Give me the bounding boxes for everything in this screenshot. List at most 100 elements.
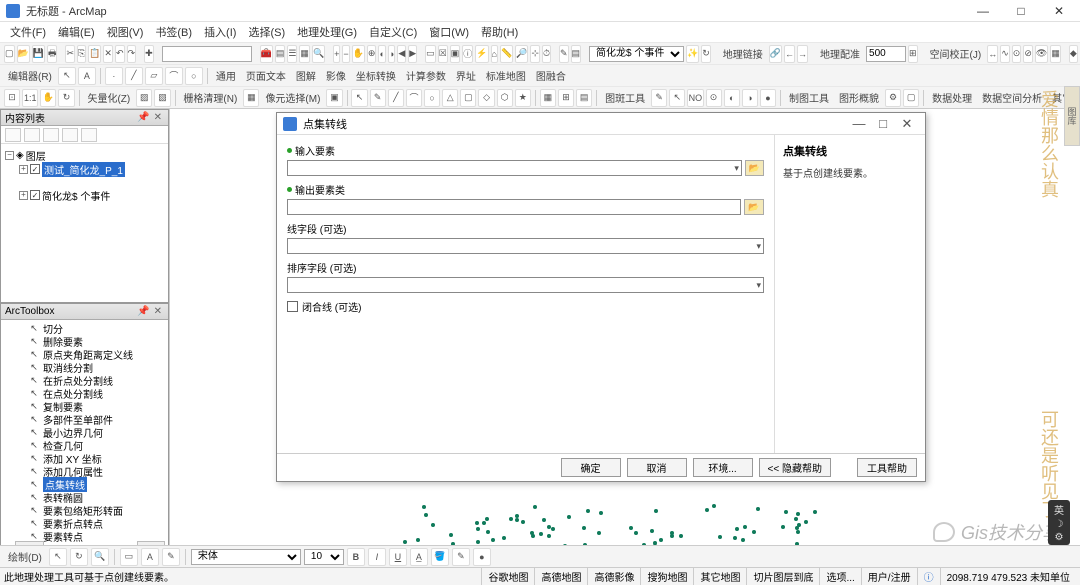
sketch-h-icon[interactable]: ◇ xyxy=(478,89,494,107)
status-user[interactable]: 用户/注册 xyxy=(861,568,917,585)
menu-select[interactable]: 选择(S) xyxy=(242,22,291,42)
editor-menu[interactable]: 编辑器(R) xyxy=(4,68,56,83)
sketch-line-icon[interactable]: ╱ xyxy=(125,67,143,85)
tree-layer2[interactable]: + ✓ 简化龙$ 个事件 xyxy=(5,188,164,202)
arctoolbox-item[interactable]: ↖最小边界几何 xyxy=(1,426,168,439)
text-icon[interactable]: A xyxy=(141,548,159,566)
right-dock-tab[interactable]: 图库 xyxy=(1064,86,1080,146)
layer-refresh-icon[interactable]: ↻ xyxy=(701,45,711,63)
expand-icon[interactable]: + xyxy=(19,165,28,174)
prev-extent-icon[interactable]: ◀ xyxy=(397,45,406,63)
misc-icon[interactable]: ◆ xyxy=(1069,45,1078,63)
annot-label[interactable]: 图解 xyxy=(292,68,320,83)
basemap-label[interactable]: 标准地图 xyxy=(482,68,530,83)
status-gaode-img[interactable]: 高德影像 xyxy=(587,568,640,585)
fixed-zoom-out-icon[interactable]: ◑ xyxy=(388,45,395,63)
scale-combo[interactable] xyxy=(162,46,252,62)
create-feature-icon[interactable]: ✎ xyxy=(559,45,569,63)
sketch-circle-icon[interactable]: ○ xyxy=(185,67,203,85)
status-sogou[interactable]: 搜狗地图 xyxy=(640,568,693,585)
vec-icon[interactable]: ▨ xyxy=(136,89,152,107)
next-extent-icon[interactable]: ▶ xyxy=(408,45,417,63)
grid1-icon[interactable]: ▦ xyxy=(540,89,556,107)
time-slider-icon[interactable]: ⏱ xyxy=(542,45,551,63)
close-line-checkbox[interactable] xyxy=(287,301,298,312)
menu-insert[interactable]: 插入(I) xyxy=(198,22,242,42)
save-icon[interactable]: 💾 xyxy=(32,45,45,63)
tool-help-button[interactable]: 工具帮助 xyxy=(857,458,917,477)
sketch-point-icon[interactable]: · xyxy=(105,67,123,85)
toc-pin-icon[interactable]: 📌 xyxy=(135,112,151,123)
select-element-icon[interactable]: ▣ xyxy=(450,45,461,63)
zoom-in-icon[interactable]: + xyxy=(333,45,340,63)
paste-icon[interactable]: 📋 xyxy=(88,45,101,63)
arctoolbox-item[interactable]: ↖点集转线 xyxy=(1,478,168,491)
menu-help[interactable]: 帮助(H) xyxy=(475,22,524,42)
sketch-j-icon[interactable]: ★ xyxy=(515,89,531,107)
sketch-a-icon[interactable]: ↖ xyxy=(351,89,367,107)
find-icon[interactable]: 🔎 xyxy=(515,45,528,63)
line-color-icon[interactable]: ✎ xyxy=(452,548,470,566)
toc-list-by-source-icon[interactable] xyxy=(24,128,40,142)
menu-customize[interactable]: 自定义(C) xyxy=(363,22,423,42)
coord-label[interactable]: 坐标转换 xyxy=(352,68,400,83)
bold-icon[interactable]: B xyxy=(347,548,365,566)
status-gaode[interactable]: 高德地图 xyxy=(534,568,587,585)
sketch-i-icon[interactable]: ⬡ xyxy=(497,89,513,107)
georef-label[interactable]: 地理配准 xyxy=(816,46,864,61)
georef-tool-icon[interactable]: ⊞ xyxy=(908,45,918,63)
general-label[interactable]: 通用 xyxy=(212,68,240,83)
collapse-icon[interactable]: − xyxy=(5,151,14,160)
draw-tools-label[interactable]: 图斑工具 xyxy=(601,90,649,105)
adjust-snap-icon[interactable]: ⊙ xyxy=(1012,45,1022,63)
new-icon[interactable]: ▢ xyxy=(4,45,15,63)
status-google[interactable]: 谷歌地图 xyxy=(481,568,534,585)
pan2-icon[interactable]: ✋ xyxy=(40,89,56,107)
analyst-label[interactable]: 图融合 xyxy=(532,68,570,83)
dt4-icon[interactable]: ⊙ xyxy=(706,89,722,107)
edit-vertices-icon[interactable]: ✎ xyxy=(162,548,180,566)
grid3-icon[interactable]: ▤ xyxy=(576,89,592,107)
cut-icon[interactable]: ✂ xyxy=(65,45,75,63)
graphicrep-label[interactable]: 图形概貌 xyxy=(835,90,883,105)
sketch-arc-icon[interactable]: ⌒ xyxy=(165,67,183,85)
info-icon[interactable]: ⓘ xyxy=(917,568,940,585)
input-features-combo[interactable]: ▾ xyxy=(287,160,742,176)
html-popup-icon[interactable]: ⌂ xyxy=(491,45,498,63)
arctoolbox-pin-icon[interactable]: 📌 xyxy=(135,306,151,317)
arctoolbox-item[interactable]: ↖切分 xyxy=(1,322,168,335)
input-features-browse-icon[interactable]: 📂 xyxy=(745,160,764,176)
font-size-combo[interactable]: 10 xyxy=(304,549,344,565)
rotate-icon[interactable]: ↻ xyxy=(58,89,74,107)
menu-geoprocess[interactable]: 地理处理(G) xyxy=(291,22,363,42)
dt2-icon[interactable]: ↖ xyxy=(669,89,685,107)
print-icon[interactable]: 🖶 xyxy=(47,45,58,63)
sketch-g-icon[interactable]: ▢ xyxy=(460,89,476,107)
toc-close-icon[interactable]: ✕ xyxy=(152,112,164,123)
sel-cell-icon[interactable]: ▣ xyxy=(326,89,342,107)
sketch-e-icon[interactable]: ○ xyxy=(424,89,440,107)
tree-root[interactable]: − ◈ 图层 xyxy=(5,148,164,162)
cancel-button[interactable]: 取消 xyxy=(627,458,687,477)
gr2-icon[interactable]: ▢ xyxy=(903,89,919,107)
adjust-table-icon[interactable]: ▦ xyxy=(1050,45,1061,63)
zoom-window-icon[interactable]: ⊡ xyxy=(4,89,20,107)
carto-label[interactable]: 制图工具 xyxy=(785,90,833,105)
target-layer-combo[interactable]: 简化龙$ 个事件 xyxy=(589,46,684,62)
gr-icon[interactable]: ⚙ xyxy=(885,89,901,107)
maximize-button[interactable]: □ xyxy=(1006,3,1036,19)
fill-color-icon[interactable]: 🪣 xyxy=(431,548,449,566)
adjust-edge-icon[interactable]: ⊘ xyxy=(1023,45,1033,63)
delete-icon[interactable]: ✕ xyxy=(103,45,113,63)
menu-edit[interactable]: 编辑(E) xyxy=(52,22,101,42)
undo-icon[interactable]: ↶ xyxy=(115,45,125,63)
tree-layer1[interactable]: + ✓ 测试_简化龙_P_1 xyxy=(5,162,164,176)
dt7-icon[interactable]: ● xyxy=(760,89,776,107)
cell-select-menu[interactable]: 像元选择(M) xyxy=(261,90,324,105)
marker-color-icon[interactable]: ● xyxy=(473,548,491,566)
font-combo[interactable]: 宋体 xyxy=(191,549,301,565)
environments-button[interactable]: 环境... xyxy=(693,458,753,477)
pan-icon[interactable]: ✋ xyxy=(352,45,365,63)
font-color-icon[interactable]: A̲ xyxy=(410,548,428,566)
toc-list-by-drawing-icon[interactable] xyxy=(5,128,21,142)
